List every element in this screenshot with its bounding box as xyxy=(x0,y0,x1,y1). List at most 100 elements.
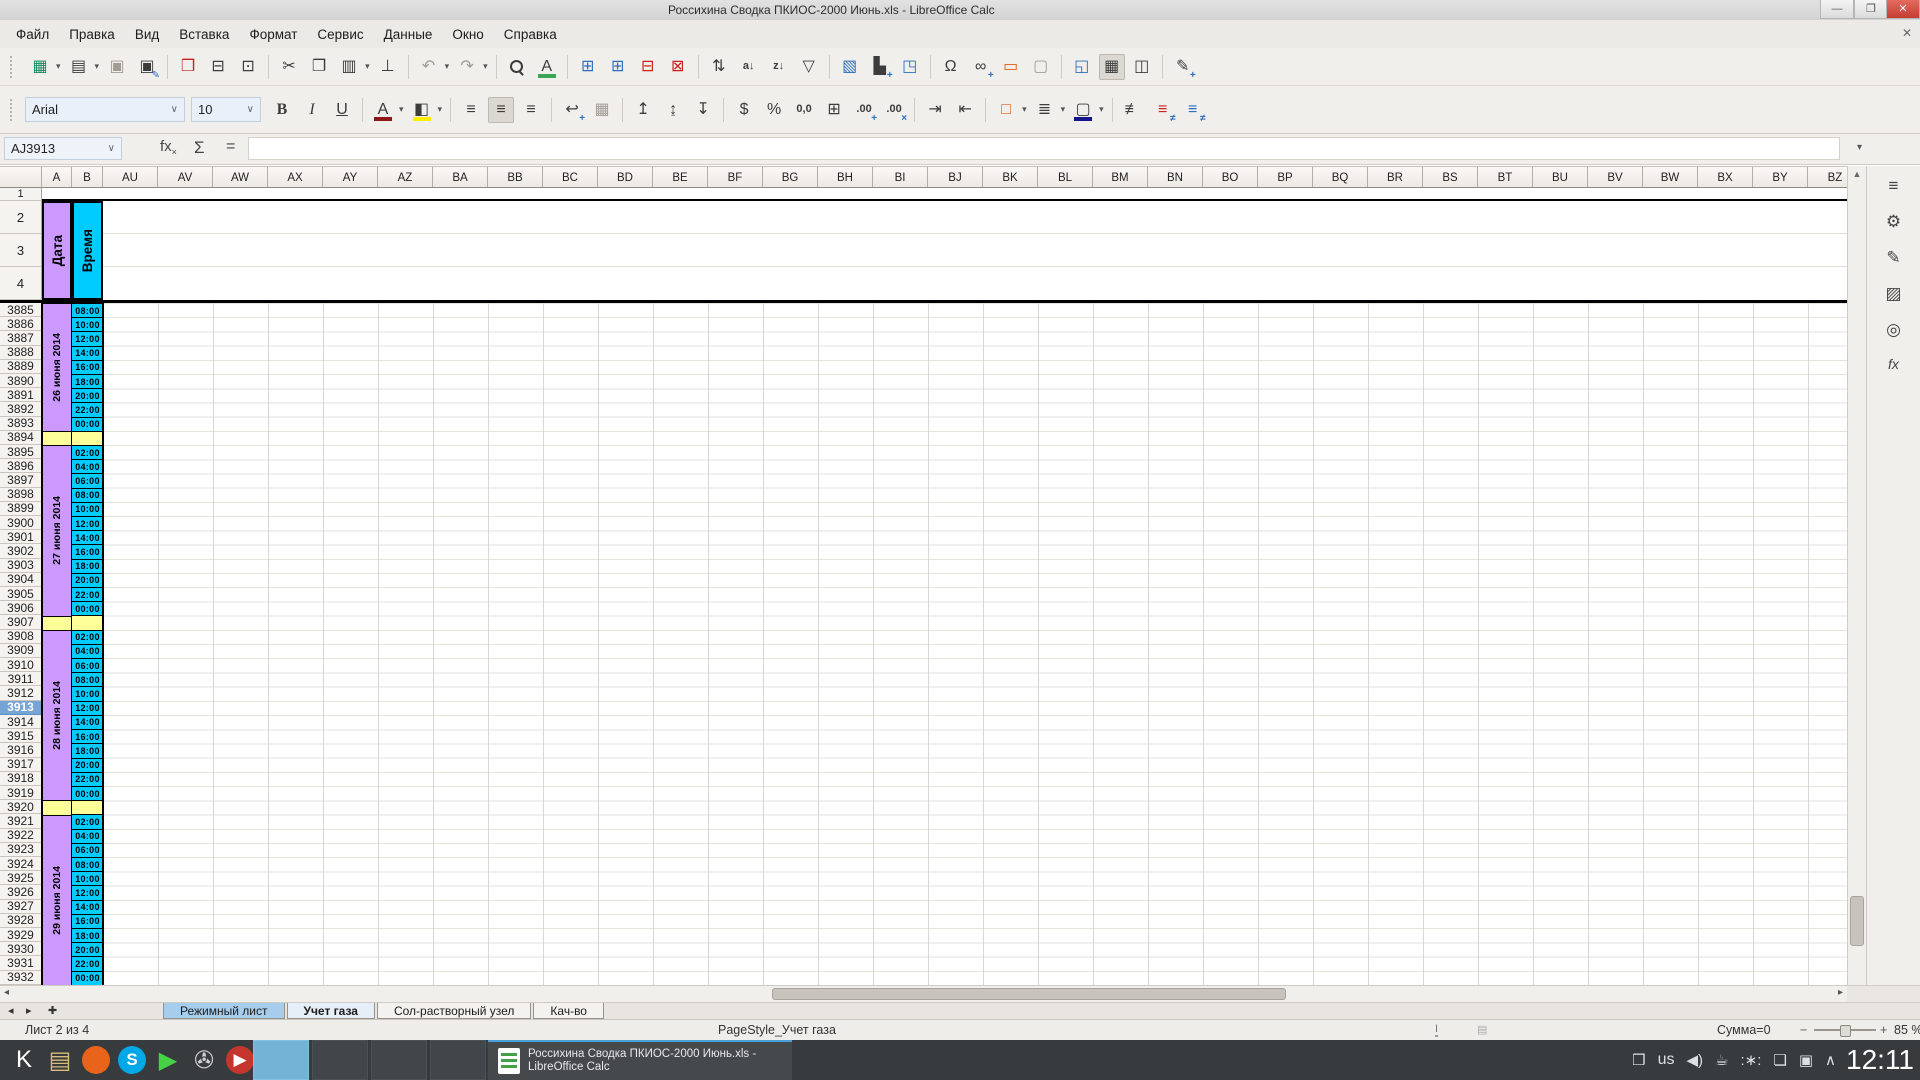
separator-cell[interactable] xyxy=(42,430,72,446)
row-header-3909[interactable]: 3909 xyxy=(0,643,42,659)
column-header-BZ[interactable]: BZ xyxy=(1808,167,1847,187)
sort-ascending[interactable]: a↓ xyxy=(736,54,762,80)
undo-dropdown-icon[interactable]: ▾ xyxy=(445,61,450,72)
time-cell[interactable]: 10:00 xyxy=(72,871,103,886)
separator-cell[interactable] xyxy=(72,615,103,630)
row-header-3891[interactable]: 3891 xyxy=(0,388,42,403)
row-header-3886[interactable]: 3886 xyxy=(0,317,42,332)
highlighting-color-dropdown-icon[interactable]: ▾ xyxy=(438,104,443,115)
row-header-3898[interactable]: 3898 xyxy=(0,487,42,502)
zoom-slider[interactable] xyxy=(1814,1025,1876,1037)
sort-descending[interactable]: z↓ xyxy=(766,54,792,80)
borders-dropdown-icon[interactable]: ▾ xyxy=(1022,104,1027,115)
date-cell[interactable]: 26 июня 2014 xyxy=(42,303,72,431)
print[interactable]: ⊟ xyxy=(205,54,231,80)
row-header-3917[interactable]: 3917 xyxy=(0,757,42,772)
conditional-color-scale[interactable]: ≡ ≠ xyxy=(1150,97,1176,124)
time-cell[interactable]: 22:00 xyxy=(72,402,103,417)
insert-chart[interactable]: ▙ + xyxy=(867,54,893,81)
column-header-BM[interactable]: BM xyxy=(1093,167,1148,187)
conditional-data-bar[interactable]: ≡ ≠ xyxy=(1180,97,1206,124)
vertical-scrollbar-thumb[interactable] xyxy=(1850,896,1864,946)
italic[interactable]: I xyxy=(299,97,325,123)
paste[interactable]: ▥ xyxy=(336,54,362,80)
time-cell[interactable]: 14:00 xyxy=(72,345,103,360)
row-header-3914[interactable]: 3914 xyxy=(0,715,42,730)
sum-icon[interactable]: Σ xyxy=(194,138,205,158)
time-cell[interactable]: 20:00 xyxy=(72,942,103,957)
column-header-AZ[interactable]: AZ xyxy=(378,167,433,187)
font-size-combobox[interactable]: 10 ∨ xyxy=(191,97,261,122)
next-sheet-icon[interactable]: ▸ xyxy=(26,1004,32,1017)
row-header-3904[interactable]: 3904 xyxy=(0,572,42,588)
conditional-formatting[interactable]: ≢ xyxy=(1120,97,1146,123)
mplayer[interactable]: ▶ xyxy=(224,1044,256,1076)
time-cell[interactable]: 18:00 xyxy=(72,927,103,943)
column-header-BU[interactable]: BU xyxy=(1533,167,1588,187)
redo-dropdown-icon[interactable]: ▾ xyxy=(483,61,488,72)
column-header-BN[interactable]: BN xyxy=(1148,167,1203,187)
font-color[interactable]: A xyxy=(370,97,396,123)
menu-данные[interactable]: Данные xyxy=(374,23,443,46)
export-as-pdf[interactable]: ❒ xyxy=(175,54,201,80)
row-header-4[interactable]: 4 xyxy=(0,267,42,300)
time-cell[interactable]: 04:00 xyxy=(72,828,103,843)
close-button[interactable]: ✕ xyxy=(1886,0,1920,19)
page-style-indicator[interactable]: PageStyle_Учет газа xyxy=(718,1023,836,1037)
menu-формат[interactable]: Формат xyxy=(239,23,307,46)
time-cell[interactable]: 22:00 xyxy=(72,587,103,602)
time-cell[interactable]: 12:00 xyxy=(72,885,103,900)
column-header-BR[interactable]: BR xyxy=(1368,167,1423,187)
properties-icon[interactable]: ⚙ xyxy=(1867,212,1920,232)
menu-окно[interactable]: Окно xyxy=(442,23,493,46)
insert-column-after[interactable]: ⊞ xyxy=(605,54,631,80)
column-header-BA[interactable]: BA xyxy=(433,167,488,187)
time-cell[interactable]: 08:00 xyxy=(72,856,103,872)
column-header-BK[interactable]: BK xyxy=(983,167,1038,187)
find-and-replace[interactable] xyxy=(504,54,530,80)
time-cell[interactable]: 10:00 xyxy=(72,501,103,517)
insert-image[interactable]: ▧ xyxy=(837,54,863,80)
center-vertically[interactable]: ↨ xyxy=(660,97,686,123)
time-cell[interactable]: 16:00 xyxy=(72,359,103,375)
time-cell[interactable]: 20:00 xyxy=(72,572,103,588)
column-header-AU[interactable]: AU xyxy=(103,167,158,187)
taskbar-empty-slot[interactable] xyxy=(312,1040,368,1080)
column-header-AY[interactable]: AY xyxy=(323,167,378,187)
cut[interactable]: ✂ xyxy=(276,54,302,80)
date-cell[interactable]: 29 июня 2014 xyxy=(42,814,72,985)
time-cell[interactable]: 00:00 xyxy=(72,785,103,801)
format-as-percent[interactable]: % xyxy=(761,97,787,123)
row-header-3912[interactable]: 3912 xyxy=(0,686,42,701)
add-sheet-icon[interactable]: ✚ xyxy=(48,1004,57,1017)
new-document[interactable]: ▦ xyxy=(27,54,53,80)
sum-indicator[interactable]: Сумма=0 xyxy=(1717,1023,1771,1037)
volume-icon[interactable]: ◀) xyxy=(1686,1051,1703,1069)
insert-row-above[interactable]: ⊞ xyxy=(575,54,601,80)
date-header-cell[interactable]: Дата xyxy=(42,201,72,300)
column-header-BH[interactable]: BH xyxy=(818,167,873,187)
keyboard-layout-indicator[interactable]: us xyxy=(1658,1051,1675,1069)
insert-pivot-table[interactable]: ◳ xyxy=(897,54,923,80)
border-style-dropdown-icon[interactable]: ▾ xyxy=(1061,104,1066,115)
bold[interactable]: B xyxy=(269,97,295,123)
time-cell[interactable]: 20:00 xyxy=(72,757,103,772)
row-header-3929[interactable]: 3929 xyxy=(0,928,42,943)
row-header-3901[interactable]: 3901 xyxy=(0,530,42,545)
zoom-in-icon[interactable]: + xyxy=(1880,1023,1887,1037)
time-cell[interactable]: 20:00 xyxy=(72,388,103,403)
freeze-rows-and-columns[interactable]: ▦ xyxy=(1098,53,1125,80)
time-cell[interactable]: 18:00 xyxy=(72,743,103,758)
vertical-scrollbar[interactable]: ▲ ▼ xyxy=(1847,166,1866,1002)
row-header-3921[interactable]: 3921 xyxy=(0,814,42,829)
underline[interactable]: U xyxy=(329,97,355,123)
format-as-date[interactable]: ⊞ xyxy=(821,97,847,123)
previous-sheet-icon[interactable]: ◂ xyxy=(8,1004,14,1017)
row-header-3889[interactable]: 3889 xyxy=(0,359,42,375)
time-cell[interactable]: 06:00 xyxy=(72,473,103,488)
clock[interactable]: 12:11 xyxy=(1846,1044,1914,1076)
time-cell[interactable]: 16:00 xyxy=(72,544,103,559)
sheet-tab-Учет газа[interactable]: Учет газа xyxy=(286,1003,375,1019)
new-document-dropdown-icon[interactable]: ▾ xyxy=(56,61,61,72)
column-header-BO[interactable]: BO xyxy=(1203,167,1258,187)
